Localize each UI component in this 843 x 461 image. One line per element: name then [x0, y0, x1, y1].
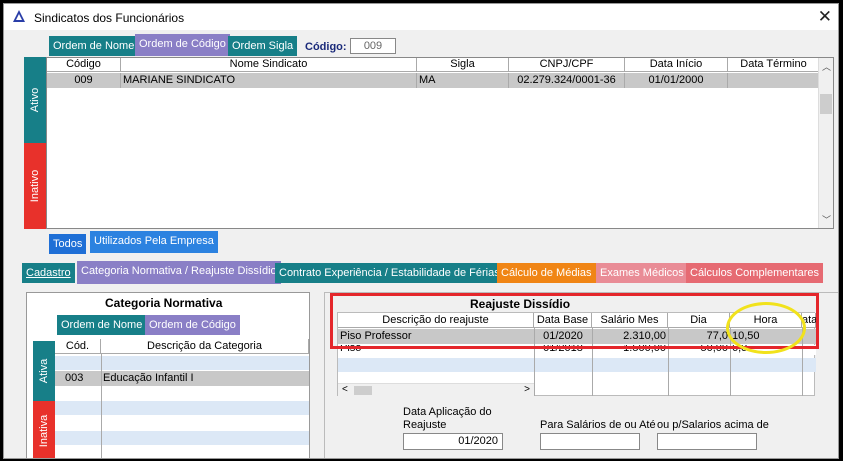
col-header-cnpj[interactable]: CNPJ/CPF — [509, 58, 625, 72]
cell-cnpj: 02.279.324/0001-36 — [509, 73, 625, 88]
side-tab-inativo-label: Inativo — [29, 169, 41, 203]
tab-cadastro[interactable]: Cadastro — [22, 263, 75, 283]
tab-ordem-sigla[interactable]: Ordem Sigla — [228, 36, 298, 56]
tab-todos[interactable]: Todos — [49, 234, 87, 254]
categoria-normativa-panel: Categoria Normativa Ordem de Nome Ordem … — [26, 292, 310, 458]
categoria-tab-ordem-codigo[interactable]: Ordem de Código — [145, 315, 240, 335]
table-row[interactable]: 003 Educação Infantil I — [55, 371, 309, 386]
scroll-left-icon[interactable]: < — [342, 384, 348, 395]
salarios-ate-label: Para Salários de ou Até — [540, 419, 656, 431]
cell-descricao: Educação Infantil I — [103, 372, 194, 384]
side-tab-inativo[interactable]: Inativo — [24, 143, 46, 229]
data-aplicacao-field[interactable]: 01/2020 — [403, 433, 503, 450]
col-header-nome[interactable]: Nome Sindicato — [121, 58, 417, 72]
sindicatos-grid[interactable]: Código Nome Sindicato Sigla CNPJ/CPF Dat… — [46, 57, 834, 229]
grid-vertical-scrollbar[interactable]: ︿ ﹀ — [818, 58, 833, 228]
col-header-inicio[interactable]: Data Início — [625, 58, 728, 72]
row-stripe — [55, 401, 309, 415]
tab-contrato-experiencia[interactable]: Contrato Experiência / Estabilidade de F… — [275, 263, 504, 283]
cell-termino — [728, 73, 820, 88]
tab-utilizados[interactable]: Utilizados Pela Empresa — [90, 231, 218, 253]
cell-nome: MARIANE SINDICATO — [121, 73, 417, 88]
row-stripe — [338, 358, 816, 372]
categoria-side-tab-ativa-label: Ativa — [38, 358, 50, 384]
cell-cod: 003 — [65, 372, 84, 384]
cell-inicio: 01/01/2000 — [625, 73, 728, 88]
tab-ordem-nome[interactable]: Ordem de Nome — [49, 36, 139, 56]
col-header-cod[interactable]: Cód. — [55, 339, 101, 354]
cell-codigo: 009 — [47, 73, 121, 88]
scroll-right-icon[interactable]: > — [524, 384, 530, 395]
data-aplicacao-label-2: Reajuste — [403, 419, 447, 431]
reajuste-horizontal-scrollbar[interactable]: < > — [338, 383, 534, 396]
col-header-descricao[interactable]: Descrição da Categoria — [101, 339, 309, 354]
salarios-acima-label: ou p/Salarios acima de — [657, 419, 769, 431]
scroll-down-icon[interactable]: ﹀ — [819, 213, 834, 226]
codigo-search-field[interactable]: 009 — [350, 38, 396, 54]
close-icon[interactable]: ✕ — [818, 7, 832, 27]
window-title: Sindicatos dos Funcionários — [34, 11, 185, 25]
side-tab-ativo-label: Ativo — [29, 87, 41, 113]
yellow-highlight-ellipse — [726, 302, 806, 354]
col-header-codigo[interactable]: Código — [47, 58, 121, 72]
categoria-side-tab-ativa[interactable]: Ativa — [33, 341, 55, 401]
codigo-label: Código: — [305, 41, 347, 53]
cell-sigla: MA — [417, 73, 509, 88]
tab-exames-medicos[interactable]: Exames Médicos — [596, 263, 688, 283]
tab-calculo-medias[interactable]: Cálculo de Médias — [497, 263, 596, 283]
row-stripe — [55, 356, 309, 370]
app-logo-icon — [13, 10, 25, 22]
scroll-thumb[interactable] — [354, 386, 372, 395]
scroll-up-icon[interactable]: ︿ — [819, 60, 834, 73]
app-window: Sindicatos dos Funcionários ✕ Ordem de N… — [3, 3, 839, 459]
row-stripe — [55, 431, 309, 445]
categoria-grid[interactable]: Cód. Descrição da Categoria 003 Educação… — [55, 339, 309, 458]
tab-calculos-complementares[interactable]: Cálculos Complementares — [686, 263, 823, 283]
categoria-tab-ordem-nome[interactable]: Ordem de Nome — [57, 315, 147, 335]
categoria-side-tab-inativa[interactable]: Inativa — [33, 401, 55, 458]
title-bar: Sindicatos dos Funcionários ✕ — [4, 4, 838, 30]
categoria-side-tab-inativa-label: Inativa — [38, 414, 50, 448]
side-tab-ativo[interactable]: Ativo — [24, 57, 46, 143]
salarios-ate-field[interactable] — [540, 433, 640, 450]
tab-ordem-codigo[interactable]: Ordem de Código — [135, 34, 230, 56]
data-aplicacao-label: Data Aplicação do — [403, 406, 492, 418]
column-divider — [101, 354, 102, 458]
scroll-thumb[interactable] — [820, 94, 832, 114]
salarios-acima-field[interactable] — [657, 433, 757, 450]
categoria-title: Categoria Normativa — [105, 296, 223, 310]
col-header-sigla[interactable]: Sigla — [417, 58, 509, 72]
tab-categoria-reajuste[interactable]: Categoria Normativa / Reajuste Dissídio — [77, 261, 281, 284]
col-header-termino[interactable]: Data Término — [728, 58, 820, 72]
